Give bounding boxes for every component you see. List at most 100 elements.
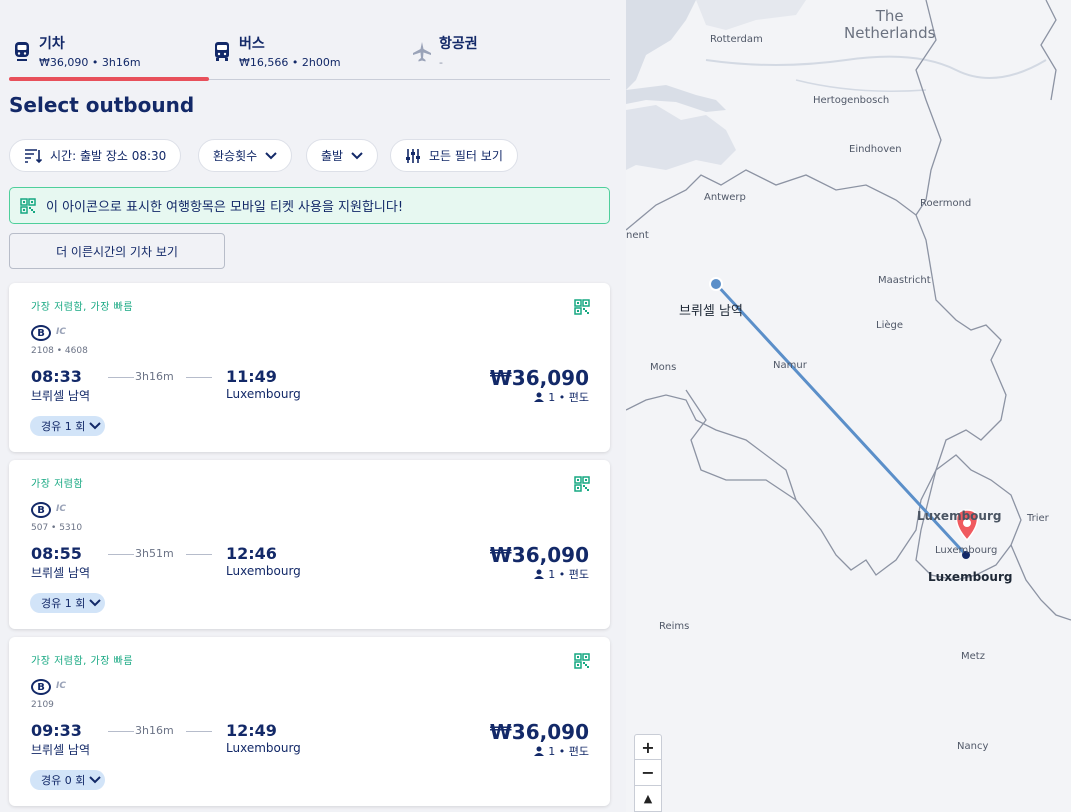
- departure-station: 브뤼셀 남역: [31, 389, 91, 403]
- arrival-station: Luxembourg: [226, 564, 301, 578]
- tab-flight-summary: -: [439, 56, 443, 69]
- person-icon: [534, 746, 545, 756]
- train-type: IC: [56, 327, 66, 337]
- plane-icon: [413, 42, 431, 62]
- tab-train-label: 기차: [39, 36, 65, 52]
- country-label-luxembourg: Luxembourg: [917, 509, 1002, 523]
- passenger-info: 1 • 편도: [534, 389, 589, 405]
- city-label-liege: Liège: [876, 320, 904, 331]
- zoom-out-button[interactable]: −: [634, 760, 662, 786]
- city-label-rotterdam: Rotterdam: [710, 34, 763, 45]
- carrier-logo: B: [31, 325, 53, 341]
- train-number: 2109: [31, 700, 54, 710]
- stops-toggle[interactable]: 경유 1 회: [30, 593, 106, 613]
- tab-bus[interactable]: 버스 ₩16,566 • 2h00m: [209, 0, 409, 80]
- train-type: IC: [56, 681, 66, 691]
- stops-toggle[interactable]: 경유 0 회: [30, 770, 106, 790]
- tab-bus-label: 버스: [239, 36, 265, 52]
- page-title: Select outbound: [9, 93, 195, 117]
- duration-line: [108, 554, 134, 555]
- city-label-mons: Mons: [650, 362, 677, 373]
- chevron-down-icon: [89, 776, 102, 784]
- tab-flight[interactable]: 항공권 -: [409, 0, 609, 80]
- departure-station: 브뤼셀 남역: [31, 566, 91, 580]
- passenger-info: 1 • 편도: [534, 566, 589, 582]
- city-label-nancy: Nancy: [957, 741, 989, 752]
- tab-train-summary: ₩36,090 • 3h16m: [39, 56, 141, 69]
- sliders-icon: [406, 148, 420, 163]
- duration-line: [108, 377, 134, 378]
- arrival-time: 11:49: [226, 367, 277, 386]
- city-label-trier: Trier: [1027, 513, 1049, 524]
- transport-tabs: 기차 ₩36,090 • 3h16m 버스 ₩16,566 • 2h00m 항공…: [9, 0, 610, 81]
- result-badge: 가장 저렴함, 가장 빠름: [31, 302, 134, 313]
- tab-bus-summary: ₩16,566 • 2h00m: [239, 56, 341, 69]
- person-icon: [534, 569, 545, 579]
- train-number: 507 • 5310: [31, 523, 83, 533]
- arrival-time: 12:49: [226, 721, 277, 740]
- zoom-in-button[interactable]: +: [634, 734, 662, 760]
- price: ₩36,090: [489, 543, 589, 567]
- departure-filter-button[interactable]: 출발: [306, 139, 379, 172]
- result-card[interactable]: 가장 저렴함, 가장 빠름 B IC 2109 09:33 3h16m 12:4…: [9, 637, 610, 806]
- tab-flight-label: 항공권: [439, 36, 478, 52]
- compass-button[interactable]: ▲: [634, 786, 662, 812]
- departure-filter-label: 출발: [321, 149, 344, 163]
- time-filter-button[interactable]: 시간: 출발 장소 08:30: [9, 139, 182, 172]
- destination-label: Luxembourg: [928, 570, 1013, 584]
- city-label-antwerp: Antwerp: [704, 192, 746, 203]
- arrival-time: 12:46: [226, 544, 277, 563]
- stops-label: 경유 1 회: [41, 420, 86, 433]
- qr-code-icon: [20, 197, 36, 214]
- transfers-filter-button[interactable]: 환승횟수: [198, 139, 293, 172]
- trip-duration: 3h16m: [135, 370, 174, 383]
- duration-line: [186, 377, 212, 378]
- active-tab-indicator: [9, 77, 209, 81]
- passenger-info-text: 1 • 편도: [548, 391, 589, 404]
- mobile-ticket-icon: [574, 653, 590, 669]
- result-badge: 가장 저렴함, 가장 빠름: [31, 656, 134, 667]
- city-label-roermond: Roermond: [920, 198, 972, 209]
- trip-duration: 3h51m: [135, 547, 174, 560]
- city-label-maastricht: Maastricht: [878, 275, 931, 286]
- city-label-eindhoven: Eindhoven: [849, 144, 902, 155]
- duration-line: [186, 731, 212, 732]
- country-label-netherlands: The Netherlands: [844, 7, 936, 43]
- all-filters-button[interactable]: 모든 필터 보기: [390, 139, 518, 172]
- carrier-logo: B: [31, 679, 53, 695]
- chevron-down-icon: [351, 151, 363, 159]
- price: ₩36,090: [489, 720, 589, 744]
- bus-icon: [215, 42, 229, 61]
- arrival-station: Luxembourg: [226, 387, 301, 401]
- route-map[interactable]: The Netherlands Rotterdam Hertogenbosch …: [626, 0, 1071, 812]
- map-base: [626, 0, 1071, 812]
- results-panel: 기차 ₩36,090 • 3h16m 버스 ₩16,566 • 2h00m 항공…: [0, 0, 626, 812]
- mobile-ticket-notice-text: 이 아이콘으로 표시한 여행항목은 모바일 티켓 사용을 지원합니다!: [46, 200, 404, 215]
- city-label-metz: Metz: [961, 651, 985, 662]
- stops-toggle[interactable]: 경유 1 회: [30, 416, 106, 436]
- duration-line: [108, 731, 134, 732]
- city-label-luxembourg-small: Luxembourg: [935, 545, 998, 556]
- price: ₩36,090: [489, 366, 589, 390]
- tab-train[interactable]: 기차 ₩36,090 • 3h16m: [9, 0, 209, 81]
- departure-time: 09:33: [31, 721, 82, 740]
- mobile-ticket-icon: [574, 299, 590, 315]
- departure-time: 08:55: [31, 544, 82, 563]
- result-card[interactable]: 가장 저렴함, 가장 빠름 B IC 2108 • 4608 08:33 3h1…: [9, 283, 610, 452]
- city-label-reims: Reims: [659, 621, 690, 632]
- city-label-namur: Namur: [773, 360, 807, 371]
- result-card[interactable]: 가장 저렴함 B IC 507 • 5310 08:55 3h51m 12:46…: [9, 460, 610, 629]
- chevron-down-icon: [89, 599, 102, 607]
- stops-label: 경유 1 회: [41, 597, 86, 610]
- duration-line: [186, 554, 212, 555]
- city-label-hertogenbosch: Hertogenbosch: [813, 95, 890, 106]
- train-icon: [15, 42, 29, 61]
- train-number: 2108 • 4608: [31, 346, 88, 356]
- passenger-info-text: 1 • 편도: [548, 568, 589, 581]
- departure-station: 브뤼셀 남역: [31, 743, 91, 757]
- sort-icon: [25, 148, 42, 163]
- time-filter-label: 시간: 출발 장소 08:30: [50, 149, 167, 163]
- transfers-filter-label: 환승횟수: [213, 149, 258, 163]
- chevron-down-icon: [89, 422, 102, 430]
- show-earlier-trains-button[interactable]: 더 이른시간의 기차 보기: [9, 233, 225, 269]
